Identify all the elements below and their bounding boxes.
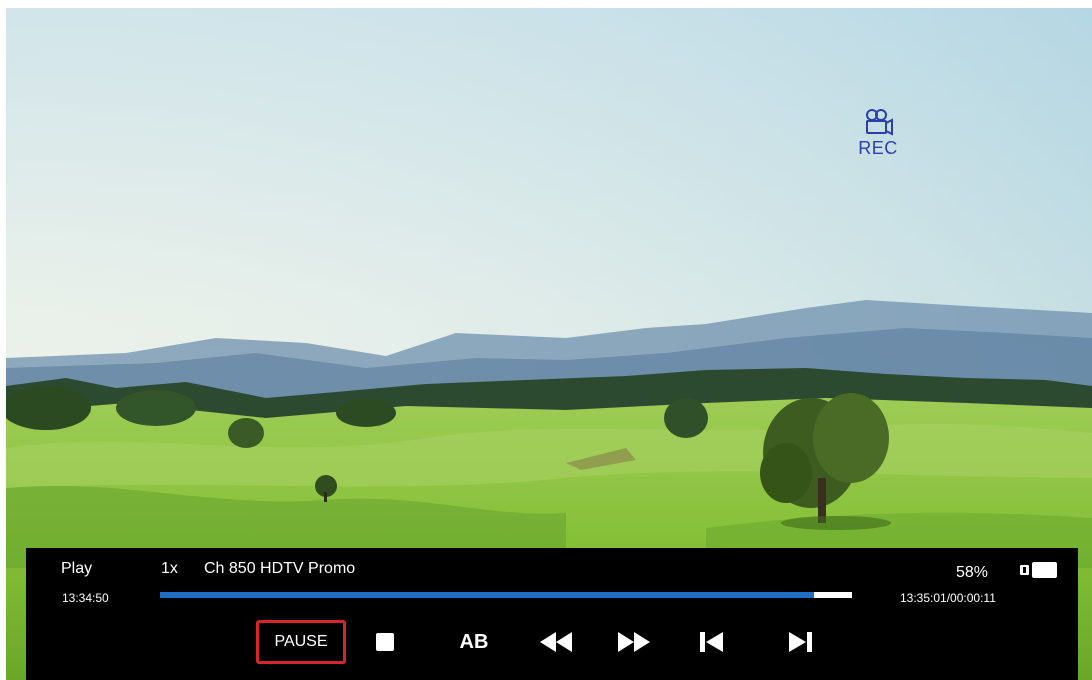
rewind-icon	[540, 632, 572, 652]
video-camera-icon	[866, 109, 893, 136]
start-time: 13:34:50	[62, 591, 109, 605]
skip-next-icon	[789, 632, 812, 652]
channel-name: Ch 850 HDTV Promo	[204, 560, 356, 577]
skip-previous-icon	[700, 632, 723, 652]
playback-mode: Play	[61, 560, 93, 577]
pause-button[interactable]: PAUSE	[256, 620, 346, 664]
progress-bar[interactable]	[160, 592, 852, 598]
skip-previous-button[interactable]	[690, 620, 734, 664]
battery-icon	[1020, 562, 1058, 578]
volume-level: 58%	[956, 564, 989, 581]
end-time: 13:35:01/00:00:11	[900, 591, 996, 605]
fast-forward-button[interactable]	[610, 620, 658, 664]
stop-button[interactable]	[364, 620, 406, 664]
skip-next-button[interactable]	[778, 620, 822, 664]
screen: REC Play 1x Ch 850 HDTV Promo 13:34:50 5…	[0, 0, 1092, 680]
rec-indicator: REC	[848, 108, 908, 159]
stop-icon	[376, 633, 394, 651]
playback-speed: 1x	[161, 560, 178, 577]
ab-repeat-button[interactable]: AB	[444, 620, 504, 664]
playback-controls: PAUSE AB	[26, 620, 1078, 664]
progress-fill	[160, 592, 814, 598]
fast-forward-icon	[618, 632, 650, 652]
playback-bar: Play 1x Ch 850 HDTV Promo 13:34:50 58% 1…	[26, 548, 1078, 680]
rewind-button[interactable]	[532, 620, 580, 664]
rec-label: REC	[858, 138, 898, 158]
